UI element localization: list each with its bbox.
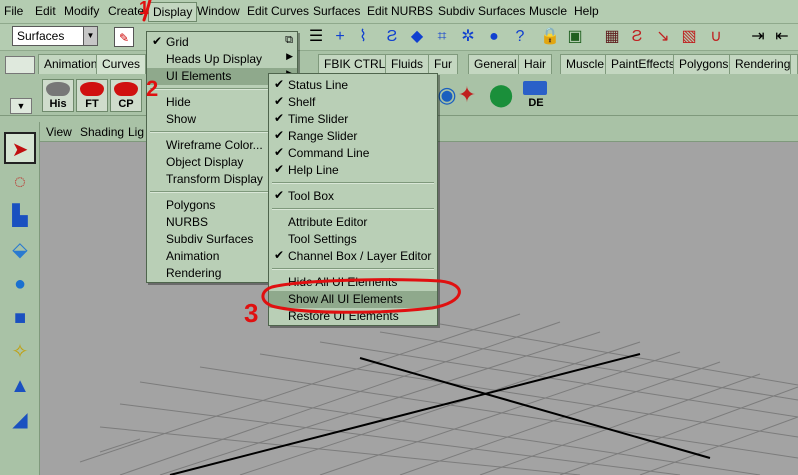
annotation-overlay: 1 2 3	[139, 0, 461, 328]
annotation-step-2: 2	[146, 76, 158, 101]
annotation-step-1: 1	[139, 0, 149, 18]
annotation-step-3: 3	[244, 298, 258, 328]
annotation-circle-show-all	[261, 278, 461, 314]
